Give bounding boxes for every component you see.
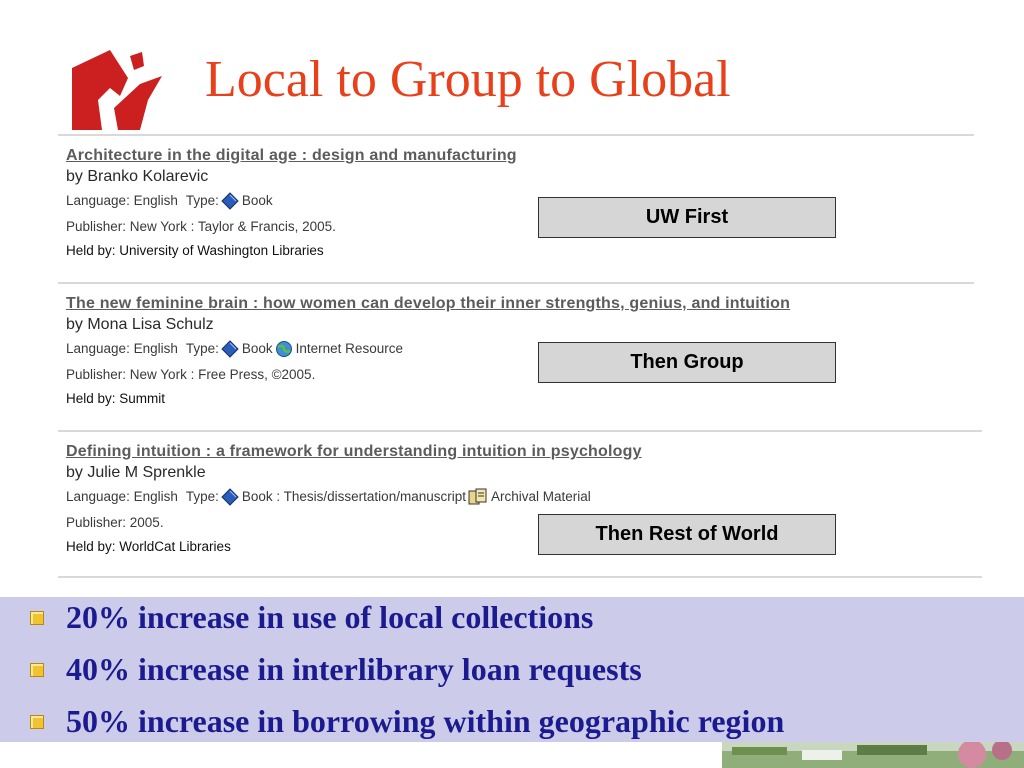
internet-resource-icon (275, 341, 292, 357)
archival-material-icon (468, 488, 487, 505)
divider (58, 282, 974, 284)
stat-item: 20% increase in use of local collections (30, 599, 593, 636)
bullet-icon (30, 662, 44, 677)
record-publisher: Publisher: New York : Taylor & Francis, … (66, 219, 336, 234)
logo-icon (72, 50, 162, 130)
stats-band: 20% increase in use of local collections… (0, 597, 1024, 742)
record-author: by Julie M Sprenkle (66, 464, 206, 481)
type-value: Archival Material (490, 489, 591, 504)
search-results-panel: Architecture in the digital age : design… (58, 134, 982, 578)
record-held-by: Held by: Summit (66, 391, 166, 406)
stat-item: 40% increase in interlibrary loan reques… (30, 651, 642, 688)
callout-then-rest-of-world: Then Rest of World (538, 514, 836, 555)
record-format-line: Language: English Type: Book Internet Re… (66, 336, 976, 362)
type-label: Type: (185, 193, 219, 208)
record-format-line: Language: English Type: Book : Thesis/di… (66, 484, 976, 510)
type-label: Type: (185, 489, 219, 504)
book-icon (221, 192, 239, 210)
type-value: Book (241, 341, 273, 356)
record-title-link[interactable]: Architecture in the digital age : design… (66, 146, 976, 166)
book-icon (221, 340, 239, 358)
callout-uw-first: UW First (538, 197, 836, 238)
language-label: Language: English (66, 341, 178, 356)
slide-title: Local to Group to Global (205, 51, 731, 108)
divider (58, 430, 982, 432)
record-format-line: Language: English Type: Book (66, 188, 976, 214)
record-author: by Mona Lisa Schulz (66, 316, 214, 333)
record-publisher: Publisher: New York : Free Press, ©2005. (66, 367, 316, 382)
type-label: Type: (185, 341, 219, 356)
record-publisher: Publisher: 2005. (66, 515, 164, 530)
language-label: Language: English (66, 193, 178, 208)
stat-text: 20% increase in use of local collections (66, 599, 594, 635)
record-title-link[interactable]: Defining intuition : a framework for und… (66, 442, 976, 462)
book-icon (221, 488, 239, 506)
record-held-by: Held by: University of Washington Librar… (66, 243, 324, 258)
stat-text: 40% increase in interlibrary loan reques… (66, 651, 642, 687)
bullet-icon (30, 610, 44, 625)
stat-item: 50% increase in borrowing within geograp… (30, 703, 784, 740)
campus-photo (722, 742, 1024, 768)
type-value: Book : Thesis/dissertation/manuscript (241, 489, 466, 504)
record-title-link[interactable]: The new feminine brain : how women can d… (66, 294, 976, 314)
callout-then-group: Then Group (538, 342, 836, 383)
type-value: Internet Resource (295, 341, 403, 356)
result-record: The new feminine brain : how women can d… (66, 294, 976, 410)
result-record: Architecture in the digital age : design… (66, 146, 976, 262)
stat-text: 50% increase in borrowing within geograp… (66, 703, 785, 739)
result-record: Defining intuition : a framework for und… (66, 442, 976, 558)
type-value: Book (241, 193, 273, 208)
divider (58, 576, 982, 578)
bullet-icon (30, 714, 44, 729)
record-held-by: Held by: WorldCat Libraries (66, 539, 231, 554)
divider (58, 134, 974, 136)
record-author: by Branko Kolarevic (66, 168, 209, 185)
language-label: Language: English (66, 489, 178, 504)
